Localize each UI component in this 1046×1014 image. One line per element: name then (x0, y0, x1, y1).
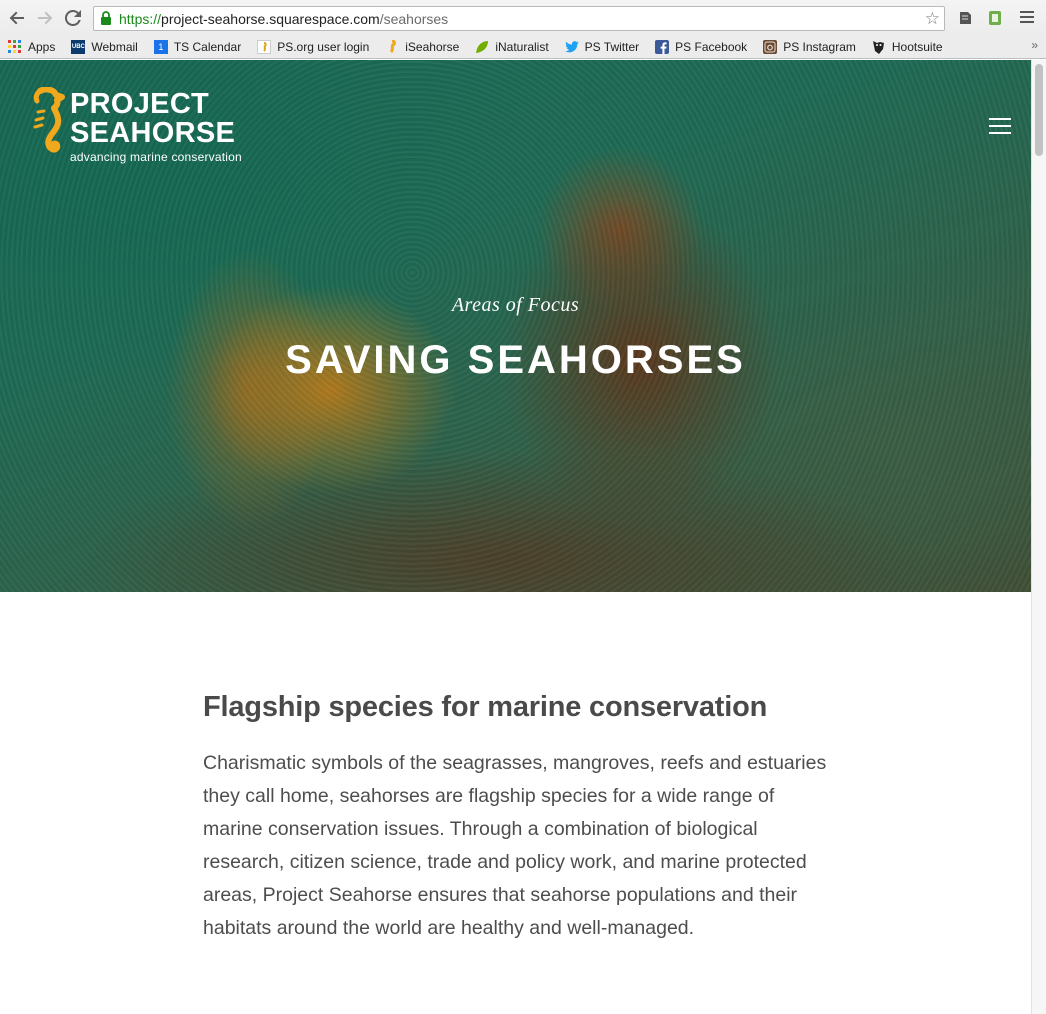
instagram-icon (763, 39, 778, 54)
site-logo[interactable]: PROJECT SEAHORSE advancing marine conser… (26, 87, 242, 164)
bookmark-label: PS Twitter (584, 39, 640, 54)
bookmark-ps-twitter[interactable]: PS Twitter (564, 37, 640, 57)
leaf-icon (475, 40, 489, 54)
bookmark-label: PS Facebook (675, 39, 748, 54)
bookmark-label: iNaturalist (495, 39, 549, 54)
seahorse-page-icon (257, 39, 272, 54)
logo-line-1: PROJECT (70, 88, 210, 120)
hero-subtitle: Areas of Focus (451, 294, 580, 316)
apps-grid-icon (8, 39, 22, 54)
bookmark-label: PS Instagram (783, 39, 856, 54)
hootsuite-icon (872, 40, 886, 54)
article-section: Flagship species for marine conservation… (203, 688, 833, 945)
page-scrollbar[interactable] (1031, 60, 1046, 1014)
bookmark-ps-login[interactable]: PS.org user login (257, 37, 369, 57)
article-body: Charismatic symbols of the seagrasses, m… (203, 752, 827, 939)
extension-icon[interactable] (986, 9, 1004, 27)
bookmark-star-icon[interactable]: ☆ (925, 9, 940, 28)
site-menu-icon[interactable] (989, 118, 1011, 134)
bookmark-hootsuite[interactable]: Hootsuite (872, 37, 943, 57)
url-scheme: https:// (119, 10, 162, 27)
ubc-icon: UBC (71, 39, 86, 54)
browser-toolbar: https://project-seahorse.squarespace.com… (0, 0, 1046, 35)
calendar-icon: 1 (153, 39, 168, 54)
bookmarks-overflow-icon[interactable]: » (1031, 38, 1038, 52)
forward-icon[interactable] (34, 7, 56, 29)
evernote-icon[interactable] (956, 9, 974, 27)
reload-icon[interactable] (62, 7, 84, 29)
hero-title: SAVING SEAHORSES (285, 338, 746, 382)
twitter-icon (564, 40, 579, 54)
bookmark-ts-calendar[interactable]: 1 TS Calendar (153, 37, 242, 57)
back-icon[interactable] (6, 7, 28, 29)
facebook-icon (655, 39, 670, 54)
seahorse-logo-icon (33, 87, 65, 153)
bookmark-ps-facebook[interactable]: PS Facebook (655, 37, 747, 57)
logo-tagline: advancing marine conservation (70, 150, 242, 164)
hero-banner: PROJECT SEAHORSE advancing marine conser… (0, 60, 1031, 592)
url-host: project-seahorse.squarespace.com (161, 10, 380, 27)
bookmark-label: TS Calendar (173, 39, 242, 54)
bookmark-label: PS.org user login (277, 39, 370, 54)
bookmark-label: Apps (28, 39, 56, 54)
bookmark-apps[interactable]: Apps (8, 37, 55, 57)
bookmark-label: iSeahorse (405, 39, 460, 54)
bookmarks-bar: Apps UBC Webmail 1 TS Calendar PS.org us… (0, 35, 1046, 59)
bookmark-label: Webmail (91, 39, 138, 54)
bookmark-iseahorse[interactable]: iSeahorse (385, 37, 459, 57)
bookmark-ps-instagram[interactable]: PS Instagram (763, 37, 856, 57)
lock-icon (100, 10, 114, 27)
seahorse-icon (385, 39, 399, 54)
bookmark-label: Hootsuite (891, 39, 943, 54)
address-bar[interactable]: https://project-seahorse.squarespace.com… (93, 6, 945, 31)
article-heading: Flagship species for marine conservation (203, 691, 768, 723)
bookmark-inaturalist[interactable]: iNaturalist (475, 37, 549, 57)
url-path: /seahorses (379, 10, 449, 27)
logo-line-2: SEAHORSE (70, 117, 236, 149)
scrollbar-thumb[interactable] (1035, 64, 1043, 156)
bookmark-webmail[interactable]: UBC Webmail (71, 37, 138, 57)
chrome-menu-icon[interactable] (1020, 11, 1034, 23)
